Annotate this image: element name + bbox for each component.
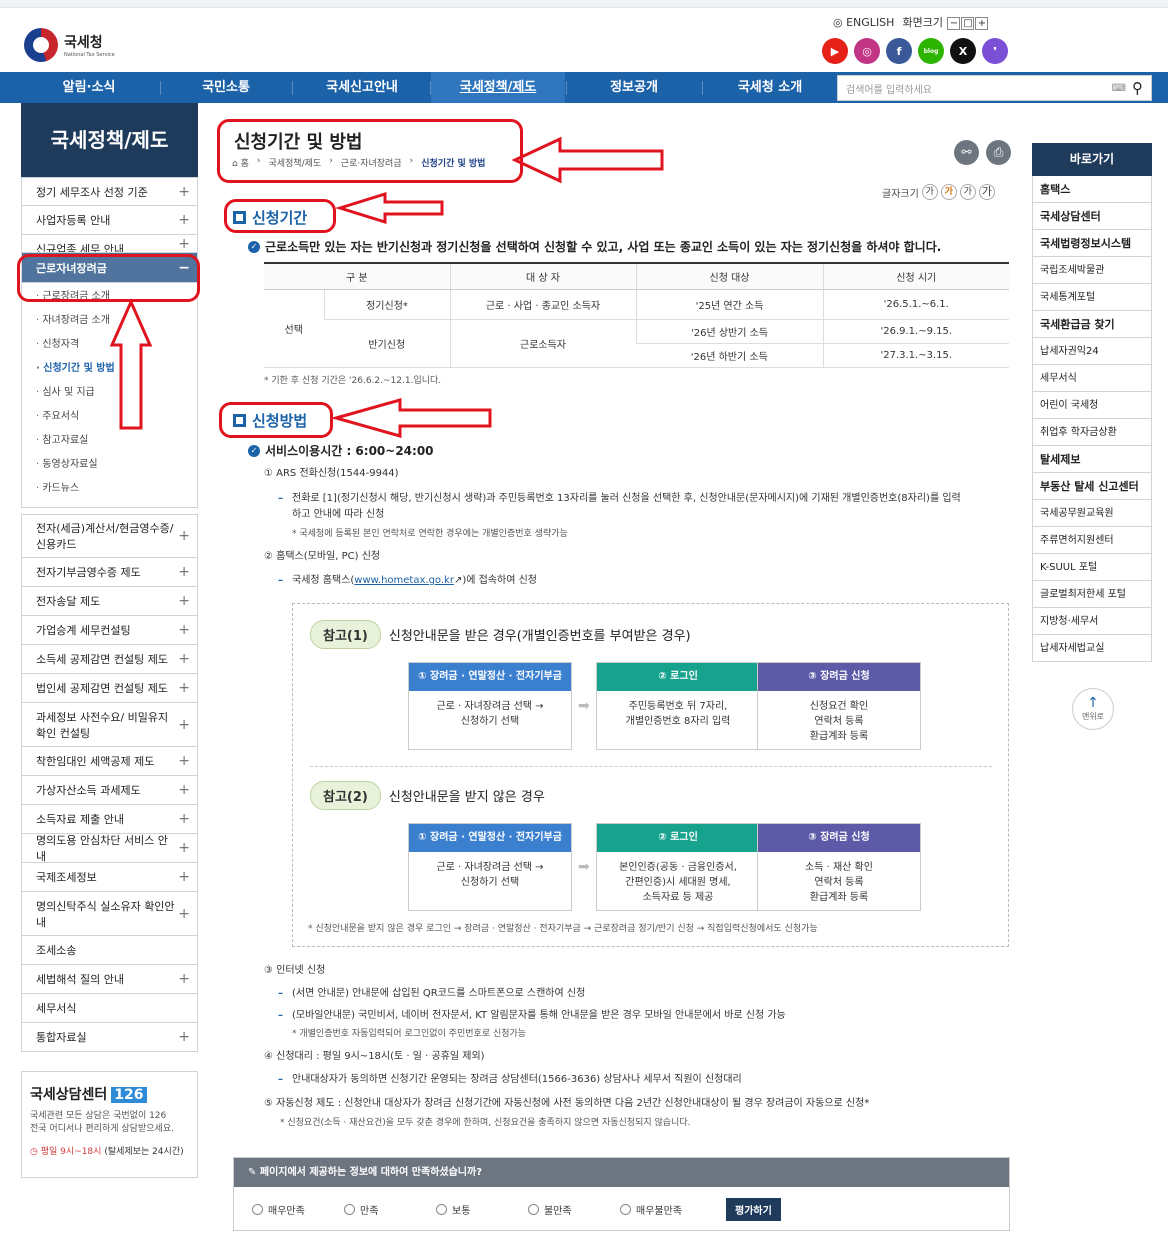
annotation-arrow	[511, 136, 664, 184]
annotation-arrow	[334, 191, 444, 225]
annotation-arrows	[109, 136, 664, 438]
annotation-arrow	[330, 398, 492, 438]
annotation-arrow	[109, 298, 153, 430]
